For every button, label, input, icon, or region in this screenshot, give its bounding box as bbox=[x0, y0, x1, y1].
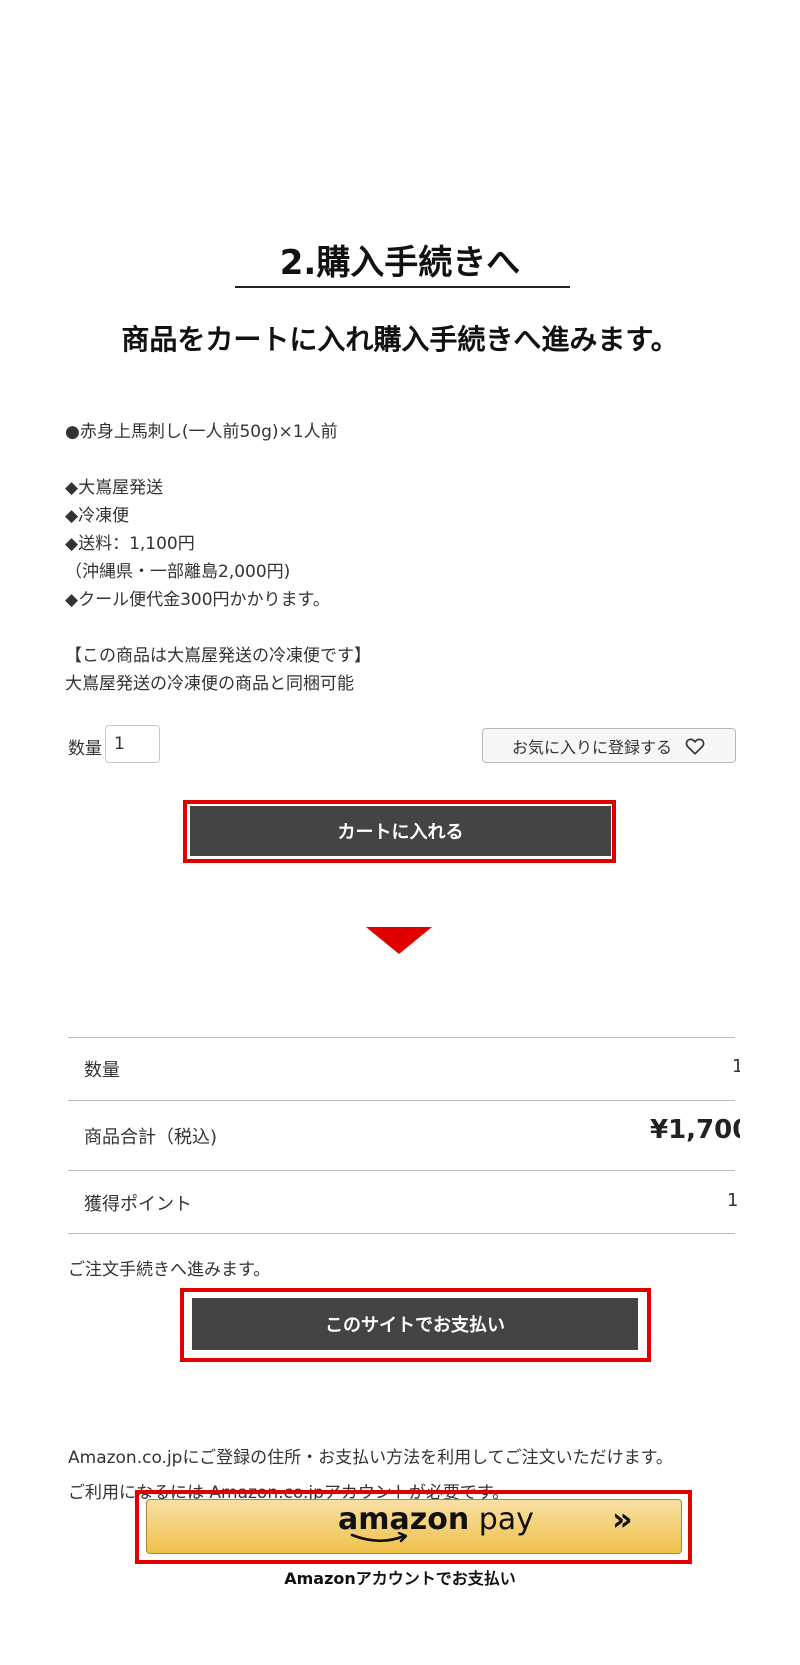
quantity-input[interactable] bbox=[105, 725, 160, 763]
down-arrow-icon bbox=[366, 927, 432, 954]
favorite-label: お気に入りに登録する bbox=[511, 737, 672, 757]
summary-quantity-label: 数量 bbox=[84, 1060, 120, 1081]
product-line-spacer bbox=[65, 446, 765, 474]
product-line: ◆送料：1,100円 bbox=[65, 534, 195, 554]
summary-points-value: 17 bbox=[727, 1190, 740, 1211]
product-line: 大嶌屋発送の冷凍便の商品と同梱可能 bbox=[65, 674, 354, 694]
heart-icon bbox=[685, 738, 705, 755]
page-title: 2.購入手続きへ bbox=[279, 243, 521, 283]
quantity-label: 数量 bbox=[68, 739, 102, 759]
title-underline bbox=[235, 286, 570, 288]
product-line: （沖縄県・一部離島2,000円) bbox=[65, 562, 291, 582]
amazon-smile-icon bbox=[350, 1532, 408, 1543]
add-to-favorites-button[interactable]: お気に入りに登録する bbox=[482, 728, 736, 763]
checkout-note: ご注文手続きへ進みます。 bbox=[68, 1260, 271, 1280]
summary-quantity-value: 1 bbox=[732, 1056, 740, 1077]
product-line: ◆冷凍便 bbox=[65, 506, 130, 526]
summary-divider bbox=[68, 1100, 735, 1101]
page-subtitle: 商品をカートに入れ購入手続きへ進みます。 bbox=[121, 323, 679, 356]
summary-total-label: 商品合計（税込) bbox=[84, 1127, 218, 1148]
summary-divider bbox=[68, 1233, 735, 1234]
product-line: ◆クール便代金300円かかります。 bbox=[65, 590, 330, 610]
amazon-pay-caption: Amazonアカウントでお支払い bbox=[284, 1569, 516, 1588]
product-line: ●赤身上馬刺し(一人前50g)×1人前 bbox=[65, 422, 338, 442]
summary-divider bbox=[68, 1037, 735, 1038]
pay-on-site-button[interactable]: このサイトでお支払い bbox=[192, 1298, 638, 1350]
summary-points-label: 獲得ポイント bbox=[84, 1194, 192, 1215]
add-to-cart-button[interactable]: カートに入れる bbox=[190, 806, 611, 856]
product-line: ◆大嶌屋発送 bbox=[65, 478, 164, 498]
product-description: ●赤身上馬刺し(一人前50g)×1人前 ◆大嶌屋発送 ◆冷凍便 ◆送料：1,10… bbox=[65, 418, 765, 698]
summary-divider bbox=[68, 1170, 735, 1171]
chevron-right-icon: » bbox=[612, 1500, 633, 1538]
amazon-line-1: Amazon.co.jpにご登録の住所・お支払い方法を利用してご注文いただけます… bbox=[68, 1448, 673, 1468]
summary-total-value: ¥1,700 bbox=[650, 1115, 740, 1145]
product-line: 【この商品は大嶌屋発送の冷凍便です】 bbox=[65, 646, 371, 666]
product-line-spacer bbox=[65, 614, 765, 642]
